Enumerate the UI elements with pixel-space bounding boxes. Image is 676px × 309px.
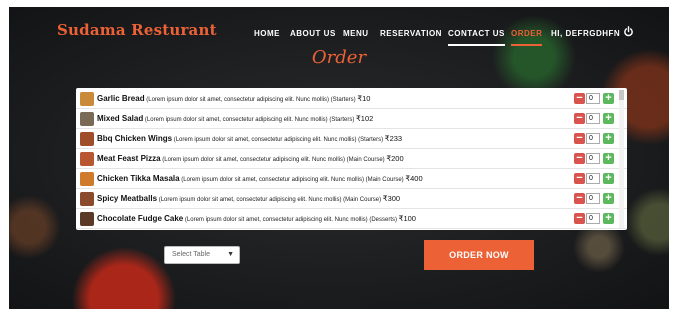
page-frame: Sudama Resturant HOME ABOUT US MENU RESE… [9, 7, 669, 309]
decrease-quantity-button[interactable]: − [574, 153, 585, 164]
item-price: ₹233 [384, 134, 403, 143]
item-description: (Lorem ipsum dolor sit amet, consectetur… [184, 217, 397, 223]
item-price: ₹300 [382, 194, 401, 203]
order-item-row: Bbq Chicken Wings (Lorem ipsum dolor sit… [76, 129, 627, 149]
item-name: Spicy Meatballs [97, 194, 158, 203]
item-name: Mixed Salad [97, 114, 144, 123]
quantity-input[interactable]: 0 [586, 193, 600, 204]
quantity-input[interactable]: 0 [586, 93, 600, 104]
food-thumbnail-image [80, 152, 94, 166]
increase-quantity-button[interactable]: + [603, 173, 614, 184]
order-item-row: Garlic Bread (Lorem ipsum dolor sit amet… [76, 89, 627, 109]
nav-reservation-label: RESERVATION [380, 29, 442, 38]
page-title: Order [311, 47, 367, 68]
item-name: Chocolate Fudge Cake [97, 214, 184, 223]
decrease-quantity-button[interactable]: − [574, 133, 585, 144]
item-name: Meat Feast Pizza [97, 154, 161, 163]
nav-user-greeting[interactable]: HI, DEFRGDHFN [551, 29, 620, 38]
nav-menu-label: MENU [343, 29, 369, 38]
select-table-value: Select Table [172, 251, 211, 258]
increase-quantity-button[interactable]: + [603, 193, 614, 204]
quantity-input[interactable]: 0 [586, 133, 600, 144]
item-name: Bbq Chicken Wings [97, 134, 173, 143]
order-item-row: Chocolate Fudge Cake (Lorem ipsum dolor … [76, 209, 627, 229]
order-item-text: Chocolate Fudge Cake (Lorem ipsum dolor … [97, 214, 567, 223]
increase-quantity-button[interactable]: + [603, 133, 614, 144]
nav-order[interactable]: ORDER [511, 29, 543, 46]
order-item-row: Chicken Tikka Masala (Lorem ipsum dolor … [76, 169, 627, 189]
order-item-row: Meat Feast Pizza (Lorem ipsum dolor sit … [76, 149, 627, 169]
item-price: ₹102 [356, 114, 374, 123]
food-thumbnail-image [80, 132, 94, 146]
item-description: (Lorem ipsum dolor sit amet, consectetur… [181, 177, 404, 183]
food-thumbnail-image [80, 212, 94, 226]
item-price: ₹200 [386, 154, 404, 163]
decrease-quantity-button[interactable]: − [574, 93, 585, 104]
item-description: (Lorem ipsum dolor sit amet, consectetur… [162, 157, 385, 163]
brand-logo[interactable]: Sudama Resturant [57, 21, 217, 39]
item-name: Garlic Bread [97, 94, 145, 103]
nav-home[interactable]: HOME [254, 29, 280, 38]
order-item-row: Spicy Meatballs (Lorem ipsum dolor sit a… [76, 189, 627, 209]
nav-about-us-label: ABOUT US [290, 29, 336, 38]
increase-quantity-button[interactable]: + [603, 93, 614, 104]
order-item-text: Chicken Tikka Masala (Lorem ipsum dolor … [97, 174, 567, 183]
nav-home-label: HOME [254, 29, 280, 38]
order-item-text: Mixed Salad (Lorem ipsum dolor sit amet,… [97, 114, 567, 123]
order-item-text: Garlic Bread (Lorem ipsum dolor sit amet… [97, 94, 567, 103]
quantity-input[interactable]: 0 [586, 153, 600, 164]
food-thumbnail-image [80, 172, 94, 186]
nav-order-label: ORDER [511, 29, 543, 38]
food-thumbnail-image [80, 92, 94, 106]
food-thumbnail-image [80, 112, 94, 126]
nav-contact-us-label: CONTACT US [448, 29, 505, 38]
order-now-button[interactable]: ORDER NOW [424, 240, 534, 270]
item-description: (Lorem ipsum dolor sit amet, consectetur… [173, 137, 384, 143]
increase-quantity-button[interactable]: + [603, 113, 614, 124]
order-item-text: Meat Feast Pizza (Lorem ipsum dolor sit … [97, 154, 567, 163]
nav-menu[interactable]: MENU [343, 29, 369, 38]
decrease-quantity-button[interactable]: − [574, 213, 585, 224]
select-table-dropdown[interactable]: Select Table ▼ [164, 246, 240, 264]
scrollbar-thumb[interactable] [619, 90, 624, 100]
increase-quantity-button[interactable]: + [603, 153, 614, 164]
order-item-row: Mixed Salad (Lorem ipsum dolor sit amet,… [76, 109, 627, 129]
nav-reservation[interactable]: RESERVATION [380, 29, 442, 38]
item-description: (Lorem ipsum dolor sit amet, consectetur… [146, 97, 356, 103]
nav-user-greeting-label: HI, DEFRGDHFN [551, 29, 621, 38]
order-list-panel: Garlic Bread (Lorem ipsum dolor sit amet… [76, 88, 627, 230]
increase-quantity-button[interactable]: + [603, 213, 614, 224]
quantity-input[interactable]: 0 [586, 173, 600, 184]
item-name: Chicken Tikka Masala [97, 174, 180, 183]
quantity-input[interactable]: 0 [586, 213, 600, 224]
nav-contact-us[interactable]: CONTACT US [448, 29, 505, 46]
food-thumbnail-image [80, 192, 94, 206]
item-price: ₹400 [405, 174, 423, 183]
item-price: ₹100 [398, 214, 416, 223]
nav-contact-us-underline [448, 44, 505, 46]
decrease-quantity-button[interactable]: − [574, 113, 585, 124]
decrease-quantity-button[interactable]: − [574, 193, 585, 204]
order-item-text: Spicy Meatballs (Lorem ipsum dolor sit a… [97, 194, 567, 203]
item-description: (Lorem ipsum dolor sit amet, consectetur… [158, 197, 382, 203]
nav-order-underline [511, 44, 543, 46]
power-icon[interactable] [623, 26, 634, 37]
item-description: (Lorem ipsum dolor sit amet, consectetur… [144, 117, 355, 123]
nav-about-us[interactable]: ABOUT US [290, 29, 336, 38]
quantity-input[interactable]: 0 [586, 113, 600, 124]
chevron-down-icon: ▼ [227, 251, 234, 258]
order-list-scrollbar[interactable] [619, 90, 624, 228]
decrease-quantity-button[interactable]: − [574, 173, 585, 184]
order-item-text: Bbq Chicken Wings (Lorem ipsum dolor sit… [97, 134, 567, 143]
item-price: ₹10 [357, 94, 371, 103]
